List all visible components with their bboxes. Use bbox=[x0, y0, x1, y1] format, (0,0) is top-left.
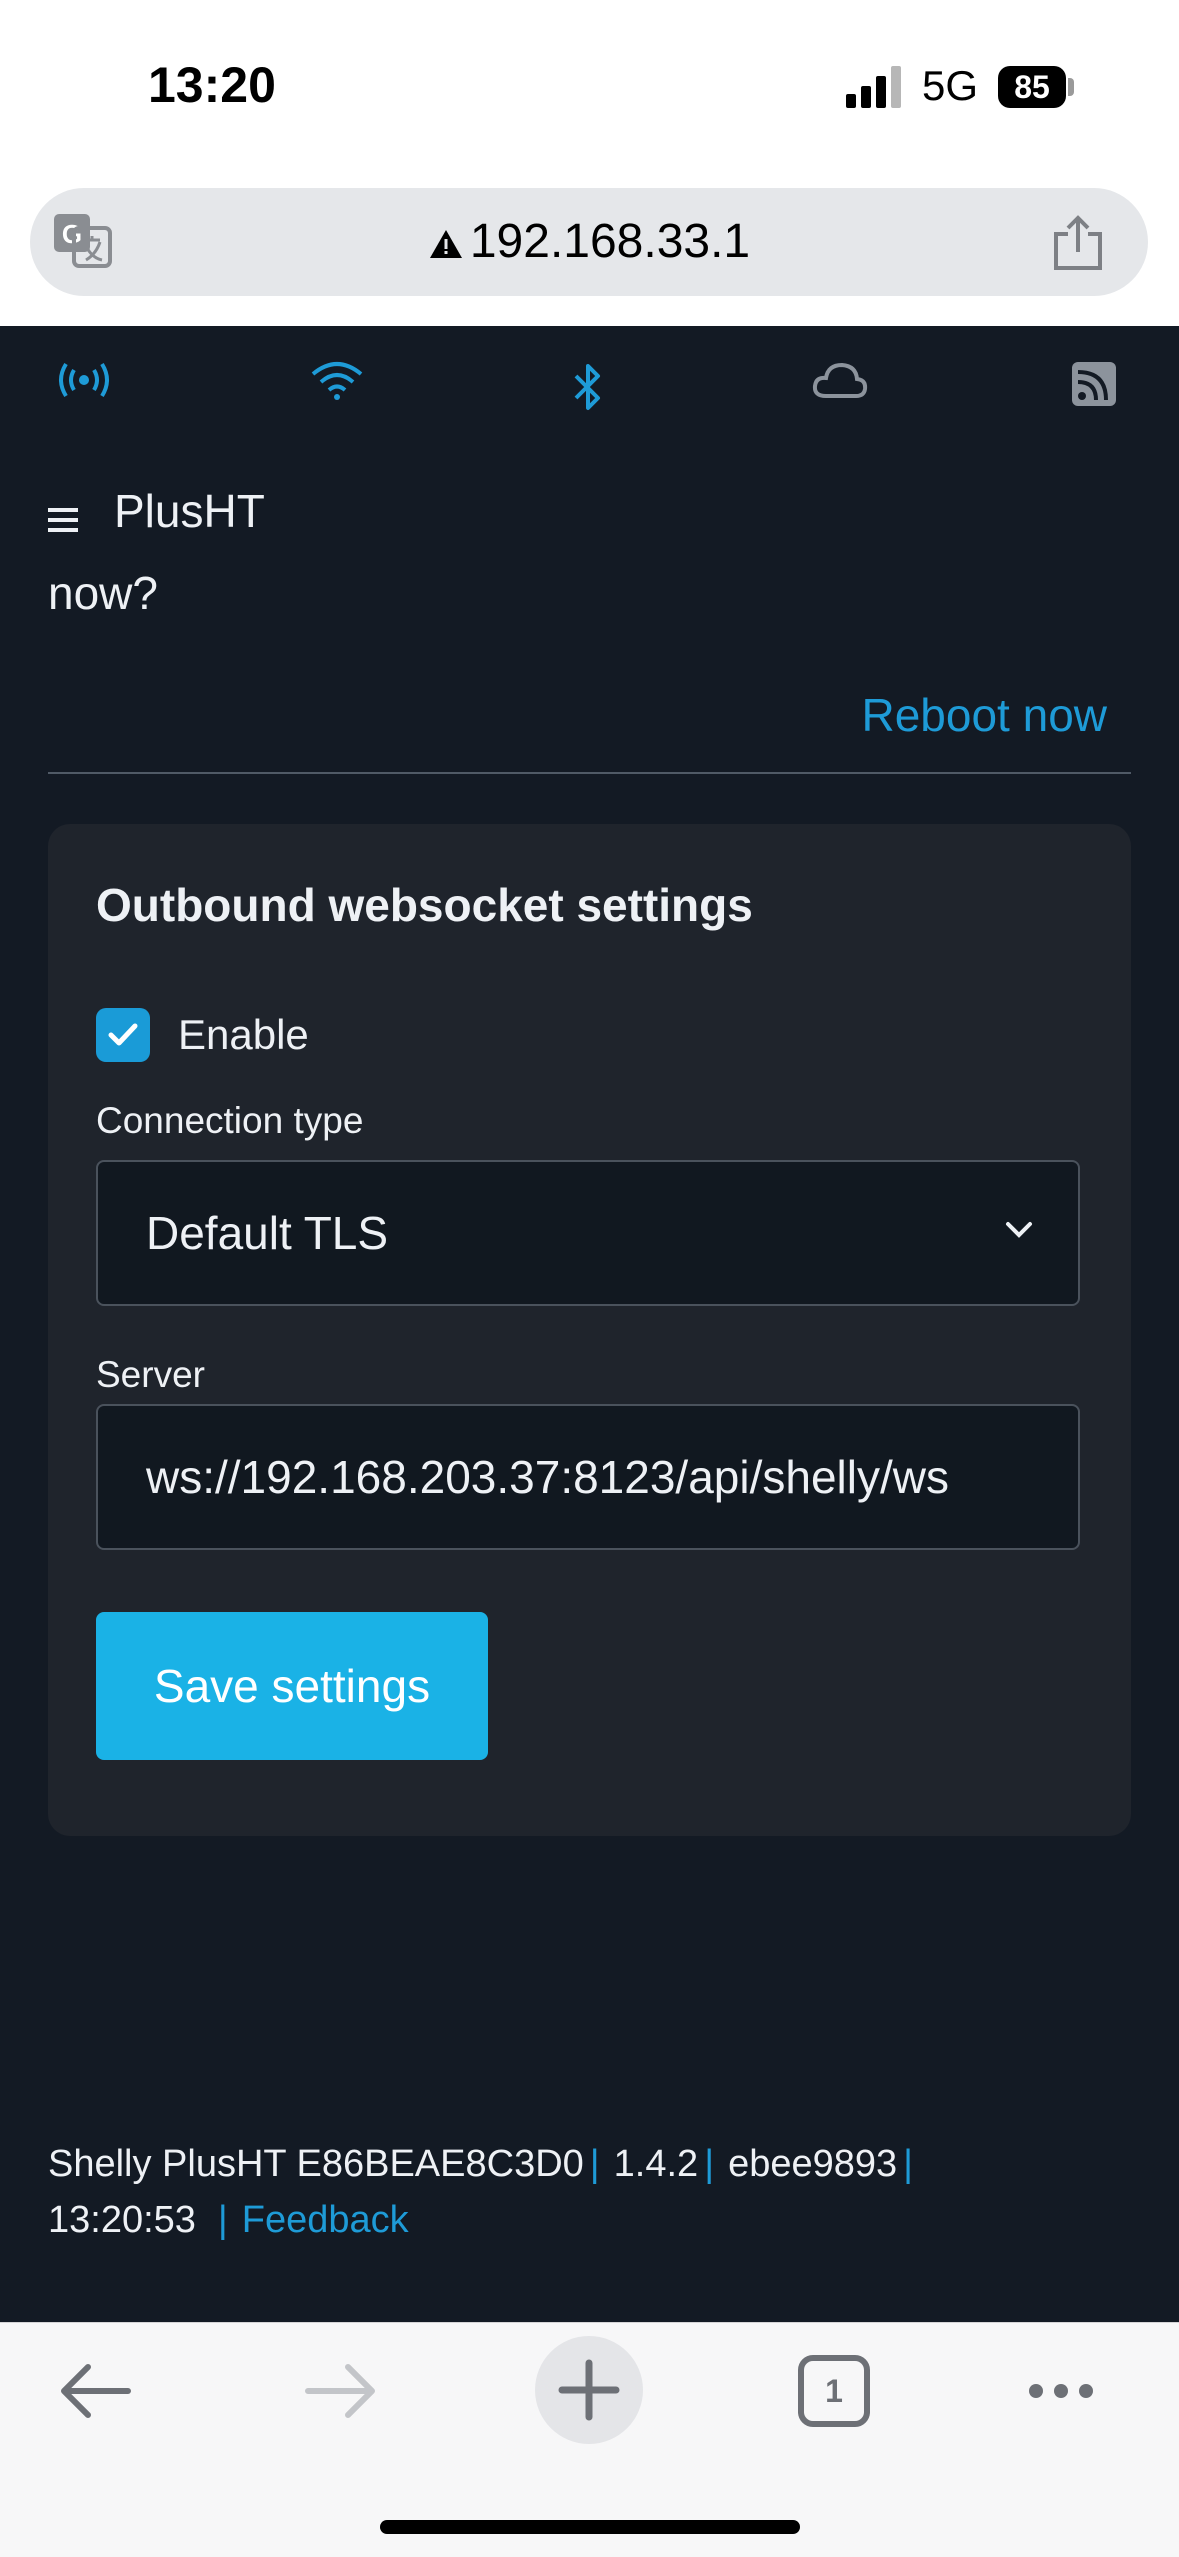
url-bar[interactable]: G 192.168.33.1 bbox=[30, 188, 1148, 296]
connection-type-select[interactable]: Default TLS bbox=[96, 1160, 1080, 1306]
divider bbox=[48, 772, 1131, 774]
footer-build: ebee9893 bbox=[728, 2143, 898, 2185]
battery-level: 85 bbox=[1014, 69, 1050, 105]
battery-icon: 85 bbox=[998, 66, 1076, 108]
server-value: ws://192.168.203.37:8123/api/shelly/ws bbox=[146, 1451, 949, 1503]
connection-type-value: Default TLS bbox=[146, 1207, 389, 1259]
more-icon[interactable] bbox=[1026, 2381, 1096, 2401]
forward-icon[interactable] bbox=[304, 2363, 378, 2419]
connection-type-label: Connection type bbox=[96, 1100, 364, 1141]
tab-count: 1 bbox=[825, 2373, 843, 2409]
signal-icon bbox=[846, 66, 901, 108]
enable-label[interactable]: Enable bbox=[178, 1008, 309, 1062]
tabs-icon[interactable]: 1 bbox=[798, 2355, 870, 2427]
footer-separator: | bbox=[903, 2143, 914, 2185]
home-indicator[interactable] bbox=[380, 2520, 800, 2534]
save-settings-label: Save settings bbox=[153, 1660, 431, 1712]
check-icon bbox=[108, 1023, 138, 1046]
footer-separator: | bbox=[589, 2143, 600, 2185]
broadcast-icon[interactable] bbox=[58, 360, 110, 400]
footer-separator: | bbox=[217, 2199, 228, 2241]
card-title: Outbound websocket settings bbox=[96, 879, 753, 931]
save-settings-button[interactable]: Save settings bbox=[96, 1612, 488, 1760]
back-icon[interactable] bbox=[58, 2363, 132, 2419]
wifi-icon[interactable] bbox=[310, 360, 364, 400]
connection-status-bar bbox=[0, 360, 1179, 420]
status-bar: 13:20 5G 85 bbox=[0, 0, 1179, 180]
footer-separator: | bbox=[704, 2143, 715, 2185]
reboot-now-link[interactable]: Reboot now bbox=[862, 688, 1108, 742]
feedback-link[interactable]: Feedback bbox=[242, 2199, 409, 2241]
reboot-prompt-text: now? bbox=[48, 567, 158, 619]
websocket-settings-card: Outbound websocket settings Enable Conne… bbox=[48, 824, 1131, 1836]
warning-icon bbox=[429, 230, 462, 259]
chevron-down-icon bbox=[1006, 1222, 1032, 1238]
status-time: 13:20 bbox=[148, 57, 276, 113]
footer: Shelly PlusHT E86BEAE8C3D0 | 1.4.2 | ebee989… bbox=[48, 2136, 1131, 2248]
device-page: PlusHT now? Reboot now Outbound websocke… bbox=[0, 326, 1179, 2322]
footer-time: 13:20:53 bbox=[48, 2199, 196, 2241]
url-value: 192.168.33.1 bbox=[469, 215, 751, 268]
server-input[interactable]: ws://192.168.203.37:8123/api/shelly/ws bbox=[96, 1404, 1080, 1550]
footer-version: 1.4.2 bbox=[613, 2143, 699, 2185]
menu-icon[interactable] bbox=[48, 506, 80, 534]
footer-model-id: Shelly PlusHT E86BEAE8C3D0 bbox=[48, 2143, 584, 2185]
bluetooth-icon[interactable] bbox=[570, 360, 606, 416]
new-tab-icon[interactable] bbox=[534, 2335, 644, 2445]
device-name: PlusHT bbox=[114, 485, 265, 537]
url-text[interactable]: 192.168.33.1 bbox=[30, 188, 1148, 296]
rss-icon[interactable] bbox=[1070, 360, 1118, 408]
network-type: 5G bbox=[922, 62, 979, 109]
server-label: Server bbox=[96, 1354, 205, 1395]
enable-checkbox[interactable] bbox=[96, 1008, 150, 1062]
share-icon[interactable] bbox=[1050, 214, 1106, 272]
cloud-icon[interactable] bbox=[812, 360, 868, 400]
